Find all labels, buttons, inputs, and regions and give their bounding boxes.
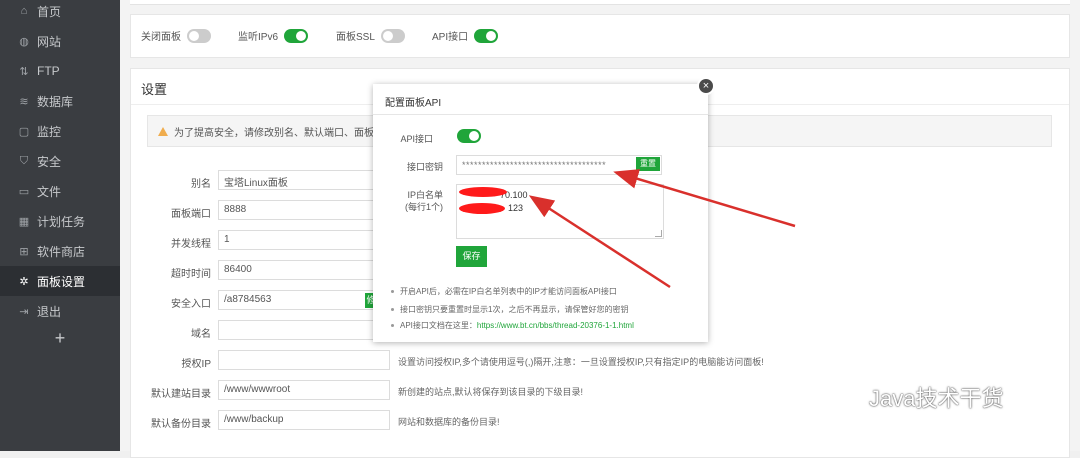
arrow-to-whitelist [528,195,671,289]
wechat-icon [824,382,859,411]
watermark-text: Java技术干货 [869,386,1004,411]
watermark: Java技术干货 [823,380,1003,414]
arrow-to-api-key [613,169,796,228]
